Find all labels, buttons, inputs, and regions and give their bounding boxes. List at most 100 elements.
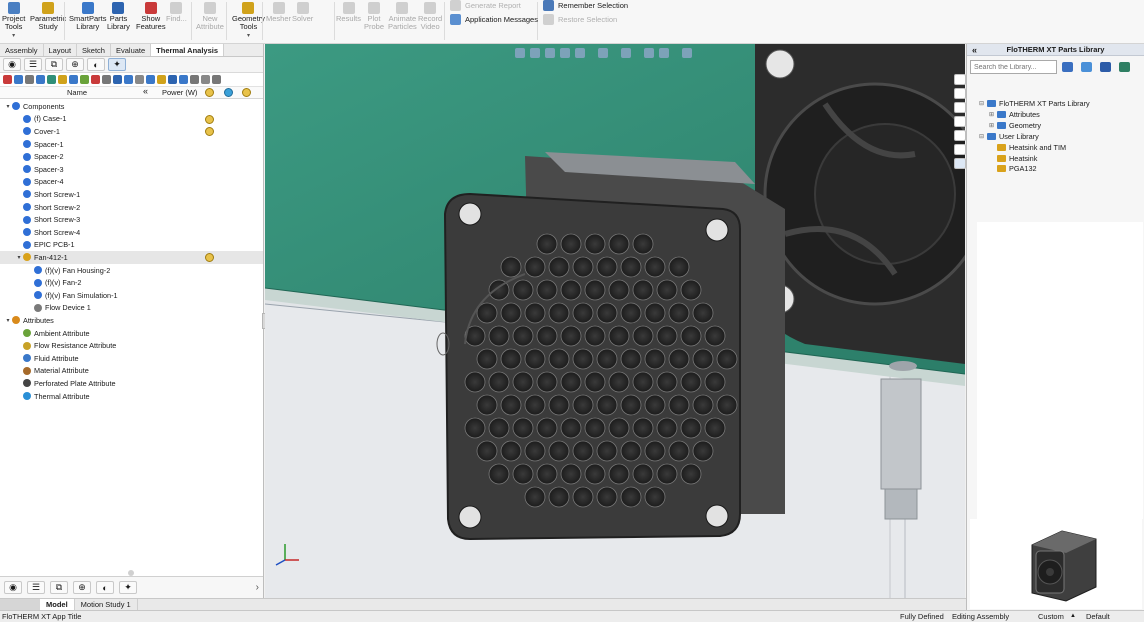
configuration-manager-icon[interactable]: ⧉ [45, 58, 63, 71]
search-icon[interactable] [1062, 62, 1073, 72]
power-column-header[interactable]: Power (W) [162, 88, 197, 97]
tab-sketch[interactable]: Sketch [77, 44, 111, 56]
options-icon[interactable] [212, 75, 221, 84]
section-view-icon[interactable] [560, 48, 570, 58]
library-item[interactable]: ⊟ FloTHERM XT Parts Library [979, 99, 1090, 108]
show-icon[interactable] [146, 75, 155, 84]
power-icon[interactable] [157, 75, 166, 84]
tree-item[interactable]: ▾ Attributes [0, 314, 263, 327]
dropdown-arrow-icon[interactable]: ▾ [12, 32, 15, 40]
units-arrow-icon[interactable]: ▲ [1070, 613, 1076, 619]
tab-motion-study-1[interactable]: Motion Study 1 [75, 599, 138, 610]
generate-report-button[interactable]: Generate Report [450, 0, 521, 11]
paste-icon[interactable] [58, 75, 67, 84]
smartparts-button[interactable]: SmartParts Library [69, 0, 107, 44]
feature-manager-icon[interactable]: ◉ [3, 58, 21, 71]
library-settings-icon[interactable] [1119, 62, 1130, 72]
display-manager-icon[interactable]: ◐ [96, 581, 114, 594]
expand-toggle-icon[interactable]: ⊟ [979, 100, 987, 107]
thermal-manager-icon[interactable]: ✦ [119, 581, 137, 594]
tree-item[interactable]: Spacer-2 [0, 150, 263, 163]
property-manager-icon[interactable]: ☰ [27, 581, 45, 594]
tree-item[interactable]: Fluid Attribute [0, 352, 263, 365]
thermal-icon[interactable] [168, 75, 177, 84]
project-tools-button[interactable]: Project Tools ▾ [2, 0, 25, 44]
home-icon[interactable] [954, 74, 966, 85]
network-icon[interactable] [179, 75, 188, 84]
tree-item[interactable]: Ambient Attribute [0, 327, 263, 340]
copy-icon[interactable] [47, 75, 56, 84]
tree-item[interactable]: Flow Resistance Attribute [0, 339, 263, 352]
move-icon[interactable] [102, 75, 111, 84]
chevron-right-icon[interactable]: › [256, 582, 259, 593]
library-item[interactable]: PGA132 [989, 164, 1037, 173]
library-item[interactable]: Heatsink and TIM [989, 143, 1066, 152]
restore-selection-button[interactable]: Restore Selection [543, 14, 617, 25]
thermal-manager-icon[interactable]: ✦ [108, 58, 126, 71]
library-item[interactable]: ⊞ Geometry [989, 121, 1041, 130]
appearances-icon[interactable] [954, 144, 966, 155]
tree-item[interactable]: Material Attribute [0, 365, 263, 378]
tree-item[interactable]: (f)(v) Fan Housing-2 [0, 264, 263, 277]
library-item[interactable]: ⊞ Attributes [989, 110, 1040, 119]
geometry-tools-button[interactable]: Geometry Tools ▾ [232, 0, 265, 44]
tree-item[interactable]: Short Screw-1 [0, 188, 263, 201]
hide-show-icon[interactable] [621, 48, 631, 58]
expand-all-icon[interactable] [201, 75, 210, 84]
library-item[interactable]: Heatsink [989, 154, 1037, 163]
power-icon[interactable] [205, 253, 214, 263]
view-palette-icon[interactable] [954, 130, 966, 141]
view-settings-icon[interactable] [682, 48, 692, 58]
resources-icon[interactable] [954, 88, 966, 99]
3d-model-view[interactable] [265, 44, 965, 598]
name-column-header[interactable]: Name [67, 88, 87, 97]
tree-item[interactable]: Short Screw-4 [0, 226, 263, 239]
remember-selection-button[interactable]: Remember Selection [543, 0, 628, 11]
appearance-icon[interactable] [644, 48, 654, 58]
thermal-sort-icon[interactable] [224, 88, 233, 97]
new-attribute-button[interactable]: New Attribute [196, 0, 224, 44]
delete-icon[interactable] [91, 75, 100, 84]
view-orientation-icon[interactable] [575, 48, 585, 58]
tree-item[interactable]: (f)(v) Fan Simulation-1 [0, 289, 263, 302]
application-messages-button[interactable]: Application Messages [450, 14, 538, 25]
property-manager-icon[interactable]: ☰ [24, 58, 42, 71]
select-icon[interactable] [36, 75, 45, 84]
power-icon[interactable] [205, 127, 214, 137]
tab-assembly[interactable]: Assembly [0, 44, 44, 56]
tree-item[interactable]: Flow Device 1 [0, 302, 263, 315]
animate-particles-button[interactable]: Animate Particles [388, 0, 417, 44]
collapse-pane-icon[interactable]: « [972, 45, 977, 55]
tree-item[interactable]: Spacer-1 [0, 138, 263, 151]
plot-probe-button[interactable]: Plot Probe [364, 0, 384, 44]
display-manager-icon[interactable]: ◐ [87, 58, 105, 71]
tree-item[interactable]: Cover-1 [0, 125, 263, 138]
display-style-icon[interactable] [598, 48, 608, 58]
previous-view-icon[interactable] [545, 48, 555, 58]
link-icon[interactable] [69, 75, 78, 84]
expand-toggle-icon[interactable]: ▾ [4, 103, 12, 110]
library-view-icon[interactable] [1100, 62, 1111, 72]
tree-item[interactable]: Short Screw-2 [0, 201, 263, 214]
tree-item[interactable]: (f) Case-1 [0, 113, 263, 126]
refresh-icon[interactable] [1081, 62, 1092, 72]
scene-icon[interactable] [659, 48, 669, 58]
configuration-manager-icon[interactable]: ⧉ [50, 581, 68, 594]
mesher-button[interactable]: Mesher [266, 0, 291, 44]
expand-toggle-icon[interactable]: ▾ [15, 254, 23, 261]
tab-thermal-analysis[interactable]: Thermal Analysis [151, 44, 225, 56]
zoom-to-area-icon[interactable] [530, 48, 540, 58]
tab-scroll-arrows[interactable] [0, 599, 40, 610]
parametric-study-button[interactable]: Parametric Study [30, 0, 66, 44]
power-icon[interactable] [205, 114, 214, 124]
parts-library-button[interactable]: Parts Library [107, 0, 130, 44]
show-features-button[interactable]: Show Features [136, 0, 166, 44]
tree-item[interactable]: Spacer-3 [0, 163, 263, 176]
tree-item[interactable]: Thermal Attribute [0, 390, 263, 403]
zoom-icon[interactable] [124, 75, 133, 84]
results-button[interactable]: Results [336, 0, 361, 44]
filter-icon[interactable] [25, 75, 34, 84]
expand-toggle-icon[interactable]: ⊟ [979, 133, 987, 140]
library-item[interactable]: ⊟ User Library [979, 132, 1039, 141]
feature-manager-icon[interactable]: ◉ [4, 581, 22, 594]
